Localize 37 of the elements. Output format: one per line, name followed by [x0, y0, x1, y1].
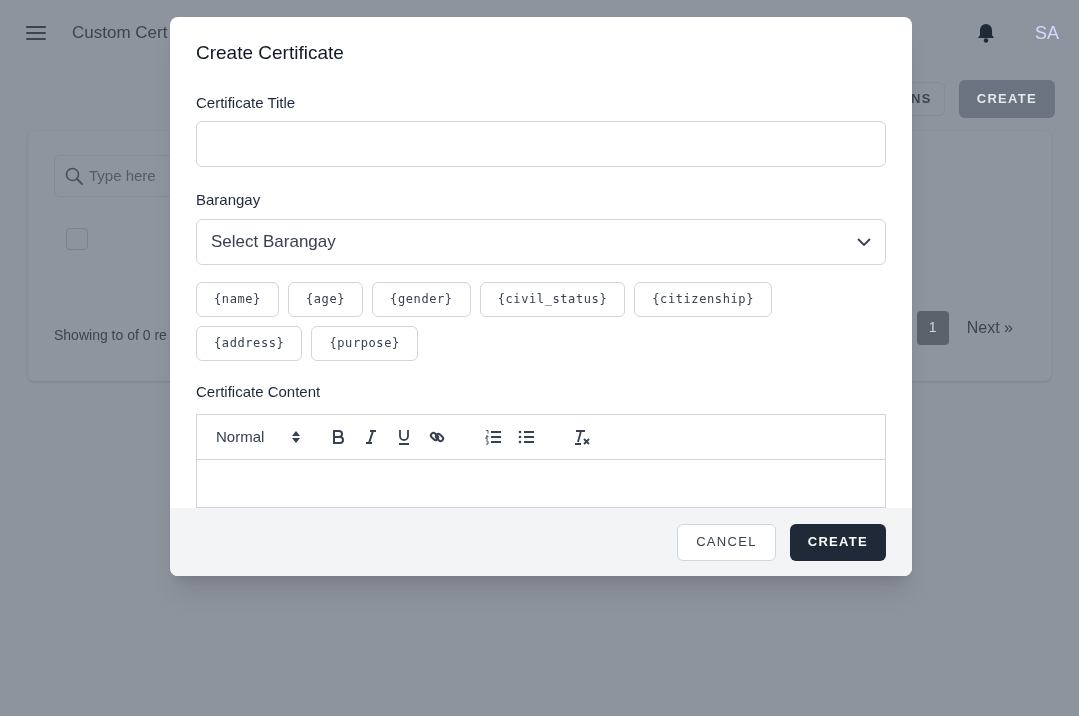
dialog-title: Create Certificate — [196, 41, 345, 65]
create-button[interactable]: CREATE — [958, 79, 1055, 118]
field-label: Barangay — [196, 190, 262, 210]
placeholder-chip[interactable]: {civil_status} — [479, 281, 626, 317]
up-down-icon — [292, 431, 301, 443]
field-label: Certificate Content — [196, 381, 322, 402]
link-button[interactable] — [429, 429, 446, 445]
clear-format-icon — [574, 429, 591, 445]
menu-button[interactable] — [26, 25, 46, 41]
text-field[interactable] — [196, 121, 886, 167]
numbered-list-icon — [485, 429, 502, 445]
placeholder-chip[interactable]: {purpose} — [311, 325, 418, 361]
clear-format-button[interactable] — [574, 429, 591, 445]
bullet-list-button[interactable] — [518, 429, 535, 445]
bullet-list-icon — [518, 429, 535, 445]
page-title: Custom Cert — [72, 22, 168, 45]
menu-icon — [26, 25, 46, 41]
bold-button[interactable] — [330, 429, 347, 445]
search-icon — [65, 167, 83, 185]
ordered-list-button[interactable] — [485, 429, 502, 445]
placeholder-chip[interactable]: {name} — [196, 281, 279, 317]
page-button[interactable]: 1 — [916, 310, 949, 345]
link-icon — [429, 429, 446, 445]
placeholder-chip[interactable]: {age} — [287, 281, 364, 317]
field-label: Certificate Title — [196, 92, 297, 113]
placeholder-chip[interactable]: {gender} — [372, 281, 471, 317]
placeholder-chip[interactable]: {citizenship} — [634, 281, 772, 317]
placeholder-chip[interactable]: {address} — [196, 325, 303, 361]
bold-icon — [330, 429, 347, 445]
bell-icon — [977, 23, 995, 43]
select-field[interactable]: Select Barangay — [196, 218, 886, 265]
chevron-down-icon — [857, 237, 871, 246]
results-summary: Showing to of 0 re — [54, 326, 167, 345]
format-dropdown[interactable]: Normal — [216, 425, 301, 449]
notifications-button[interactable] — [977, 23, 995, 43]
cancel-button[interactable]: CANCEL — [677, 523, 776, 561]
create-button[interactable]: CREATE — [789, 523, 886, 561]
